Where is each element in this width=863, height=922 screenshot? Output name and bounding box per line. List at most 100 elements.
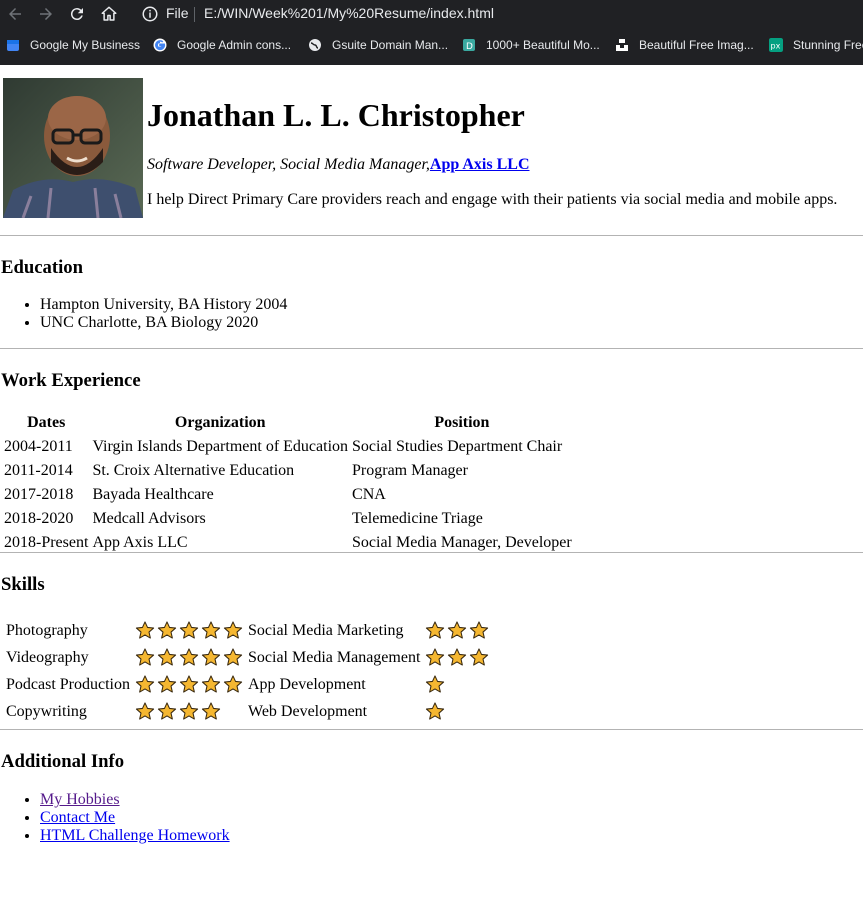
star-icon xyxy=(179,648,199,666)
bookmark-label: Gsuite Domain Man... xyxy=(332,38,449,52)
d-logo-icon: D xyxy=(463,39,475,52)
skill-name: Social Media Marketing xyxy=(248,621,404,639)
skill-rating xyxy=(133,645,245,670)
skill-name: Copywriting xyxy=(6,702,87,720)
profile-photo xyxy=(3,78,143,218)
table-row: 2018-2020 Medcall Advisors Telemedicine Tr… xyxy=(3,508,573,530)
star-icon xyxy=(470,621,489,639)
column-header: Organization xyxy=(174,414,266,431)
table-header-row: Dates Organization Position xyxy=(3,412,573,434)
education-list: Hampton University, BA History 2004 UNC … xyxy=(40,296,287,332)
star-icon xyxy=(223,648,243,666)
file-scheme-label[interactable]: File xyxy=(166,5,189,21)
bookmark-free-images[interactable]: Beautiful Free Imag... xyxy=(615,38,754,52)
home-icon[interactable] xyxy=(99,4,119,24)
skill-name: App Development xyxy=(248,675,366,693)
star-rating xyxy=(424,620,490,641)
star-rating xyxy=(134,620,244,641)
star-icon xyxy=(135,675,155,693)
bookmark-google-admin[interactable]: Google Admin cons... xyxy=(153,38,291,52)
info-icon[interactable] xyxy=(141,5,159,23)
table-cell: Social Media Manager, Developer xyxy=(352,534,572,551)
list-item: Hampton University, BA History 2004 xyxy=(40,296,287,314)
table-row: 2018-Present App Axis LLC Social Media Man… xyxy=(3,532,573,554)
table-cell: Social Studies Department Chair xyxy=(352,438,563,455)
list-item: My Hobbies xyxy=(40,791,230,809)
table-cell: 2011-2014 xyxy=(4,462,73,479)
star-icon xyxy=(135,702,155,720)
star-icon xyxy=(201,621,221,639)
skills-table: Photography Social Media Marketing Videogr… xyxy=(3,616,493,726)
bookmark-google-my-business[interactable]: Google My Business xyxy=(6,38,140,52)
star-icon xyxy=(135,648,155,666)
svg-text:D: D xyxy=(466,42,473,52)
star-icon xyxy=(223,675,243,693)
star-rating xyxy=(134,647,244,668)
star-icon xyxy=(426,648,445,666)
skill-rating xyxy=(423,645,491,670)
skill-rating xyxy=(423,672,491,697)
company-link[interactable]: App Axis LLC xyxy=(430,156,530,173)
star-icon xyxy=(157,702,177,720)
bookmark-beautiful-mockups[interactable]: D 1000+ Beautiful Mo... xyxy=(462,38,600,52)
reload-icon[interactable] xyxy=(67,4,87,24)
skill-rating xyxy=(423,699,491,724)
skill-name: Social Media Management xyxy=(248,648,421,666)
bookmark-label: 1000+ Beautiful Mo... xyxy=(486,38,600,52)
table-cell: App Axis LLC xyxy=(92,534,188,551)
star-icon xyxy=(426,702,445,720)
bookmark-label: Google Admin cons... xyxy=(177,38,292,52)
table-cell: Bayada Healthcare xyxy=(92,486,214,503)
skill-row: Podcast Production App Development xyxy=(5,672,491,697)
list-item: Contact Me xyxy=(40,809,230,827)
star-icon xyxy=(157,648,177,666)
hobbies-link[interactable]: My Hobbies xyxy=(40,791,120,808)
column-header: Dates xyxy=(27,414,66,431)
list-item: HTML Challenge Homework xyxy=(40,827,230,845)
star-icon xyxy=(448,648,467,666)
list-item: UNC Charlotte, BA Biology 2020 xyxy=(40,314,287,332)
forward-arrow-icon[interactable] xyxy=(36,4,56,24)
skill-rating xyxy=(133,672,245,697)
bookmark-stunning-free[interactable]: px Stunning Free xyxy=(769,38,863,52)
table-cell: 2018-Present xyxy=(4,534,89,551)
bookmark-label: Beautiful Free Imag... xyxy=(639,38,754,52)
star-icon xyxy=(179,675,199,693)
divider xyxy=(0,235,863,236)
star-icon xyxy=(223,621,243,639)
table-cell: 2004-2011 xyxy=(4,438,73,455)
divider xyxy=(0,729,863,730)
back-arrow-icon[interactable] xyxy=(5,4,25,24)
table-cell: 2017-2018 xyxy=(4,486,74,503)
skill-name: Videography xyxy=(6,648,89,666)
bookmark-gsuite-domain[interactable]: Gsuite Domain Man... xyxy=(308,38,448,52)
column-header: Position xyxy=(434,414,490,431)
table-cell: Program Manager xyxy=(352,462,468,479)
contact-link[interactable]: Contact Me xyxy=(40,809,115,826)
star-icon xyxy=(470,648,489,666)
star-icon xyxy=(179,702,199,720)
resume-page: Jonathan L. L. Christopher Software Deve… xyxy=(0,65,863,844)
star-icon xyxy=(201,702,221,720)
star-icon xyxy=(201,675,221,693)
star-icon xyxy=(179,621,199,639)
page-title: Jonathan L. L. Christopher xyxy=(147,97,525,133)
address-separator xyxy=(194,7,195,22)
table-cell: Medcall Advisors xyxy=(92,510,206,527)
skill-rating xyxy=(133,699,245,724)
bookmark-label: Stunning Free xyxy=(793,38,863,52)
unsplash-icon xyxy=(616,39,628,51)
skills-heading: Skills xyxy=(1,574,45,595)
skill-name: Photography xyxy=(6,621,88,639)
bio-text: I help Direct Primary Care providers rea… xyxy=(147,191,838,208)
pexels-icon: px xyxy=(769,38,783,52)
google-my-business-icon xyxy=(7,40,19,51)
table-row: 2017-2018 Bayada Healthcare CNA xyxy=(3,484,573,506)
skill-row: Videography Social Media Management xyxy=(5,645,491,670)
table-row: 2011-2014 St. Croix Alternative Education… xyxy=(3,460,573,482)
browser-toolbar: File E:/WIN/Week%201/My%20Resume/index.h… xyxy=(0,0,863,29)
table-cell: CNA xyxy=(352,486,386,503)
star-rating xyxy=(424,701,446,722)
homework-link[interactable]: HTML Challenge Homework xyxy=(40,827,230,844)
address-bar-url[interactable]: E:/WIN/Week%201/My%20Resume/index.html xyxy=(204,5,494,21)
